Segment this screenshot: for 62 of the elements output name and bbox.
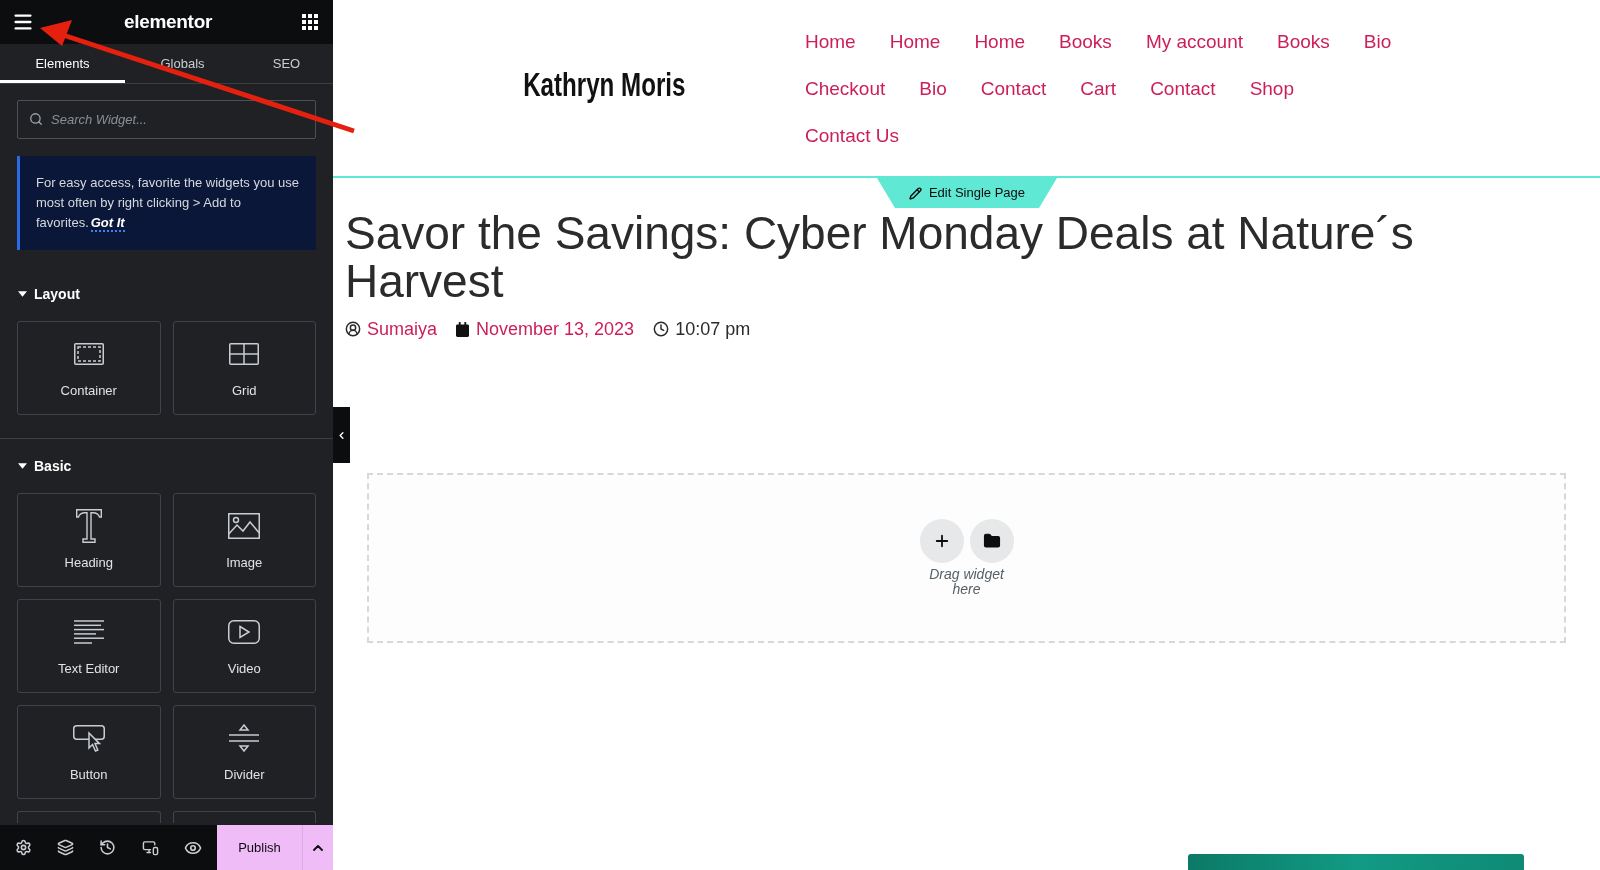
caret-icon[interactable] (18, 291, 27, 297)
image-icon (228, 513, 261, 539)
play-icon (228, 620, 261, 644)
widget-card[interactable]: Image (172, 493, 316, 587)
widget-card[interactable]: Divider (172, 705, 316, 799)
widget-card[interactable]: Text Editor (17, 599, 161, 693)
widget-card[interactable]: Container (17, 321, 161, 415)
clock-icon (653, 321, 670, 337)
nav-link[interactable]: Contact (980, 65, 1047, 112)
menu-icon[interactable] (12, 11, 34, 33)
layers-icon[interactable] (57, 839, 75, 856)
letter-t-icon (75, 509, 102, 543)
grid-layout-icon (229, 343, 260, 365)
search-icon (29, 112, 43, 126)
text-lines-icon (73, 620, 104, 644)
nav-link[interactable]: Home (805, 18, 856, 65)
history-icon[interactable] (99, 839, 117, 856)
publish-button[interactable]: Publish (217, 825, 302, 870)
nav-link[interactable]: Bio (919, 65, 947, 112)
folder-icon (982, 532, 1001, 550)
app-logo: elementor (123, 10, 213, 34)
category-title[interactable]: Layout (34, 285, 80, 303)
widget-card[interactable]: Heading (17, 493, 161, 587)
apps-grid-icon[interactable] (302, 14, 318, 30)
nav-link[interactable]: Contact (1150, 65, 1216, 112)
user-icon (345, 321, 361, 337)
site-title: Kathryn Moris (522, 66, 686, 102)
widget-card[interactable]: Video (172, 599, 316, 693)
add-section-button[interactable] (919, 519, 964, 563)
nav-link[interactable]: Cart (1080, 65, 1117, 112)
gear-icon[interactable] (14, 839, 32, 856)
edit-page-button[interactable]: Edit Single Page (877, 178, 1057, 208)
nav-link[interactable]: Home (974, 18, 1026, 65)
divider-icon (229, 724, 260, 752)
panel-tab[interactable]: SEO (240, 44, 333, 83)
devices-icon[interactable] (141, 839, 159, 856)
nav-link[interactable]: Books (1277, 18, 1330, 65)
calendar-icon (456, 321, 470, 337)
nav-link[interactable]: Bio (1363, 18, 1392, 65)
widget-card[interactable]: Grid (172, 321, 316, 415)
nav-link[interactable]: Checkout (805, 65, 886, 112)
nav-link[interactable]: Contact Us (805, 112, 899, 159)
post-title: Savor the Savings: Cyber Monday Deals at Nature´s Harvest (345, 209, 1415, 305)
nav-link[interactable]: Shop (1249, 65, 1294, 112)
nav-link[interactable]: My account (1145, 18, 1244, 65)
nav-link[interactable]: Books (1059, 18, 1112, 65)
template-library-button[interactable] (969, 519, 1014, 563)
post-time: 10:07 pm (675, 318, 751, 341)
date-link[interactable]: November 13, 2023 (476, 317, 635, 341)
author-link[interactable]: Sumaiya (367, 317, 438, 341)
pencil-icon (908, 186, 922, 200)
panel-tab[interactable]: Elements (0, 44, 125, 83)
cursor-button-icon (72, 724, 105, 752)
widget-card[interactable]: Button (17, 705, 161, 799)
tip-text: For easy access, favorite the widgets you use most often by right clicking > Add to favorites.Got It (36, 174, 300, 233)
dashed-frame-icon (73, 343, 104, 365)
got-it-link[interactable]: Got It (90, 215, 125, 232)
nav-link[interactable]: Home (889, 18, 941, 65)
category-title[interactable]: Basic (34, 457, 72, 475)
search-field[interactable]: Search Widget... (17, 100, 316, 139)
drop-hint: Drag widget here (928, 567, 1006, 597)
caret-icon[interactable] (18, 463, 27, 469)
